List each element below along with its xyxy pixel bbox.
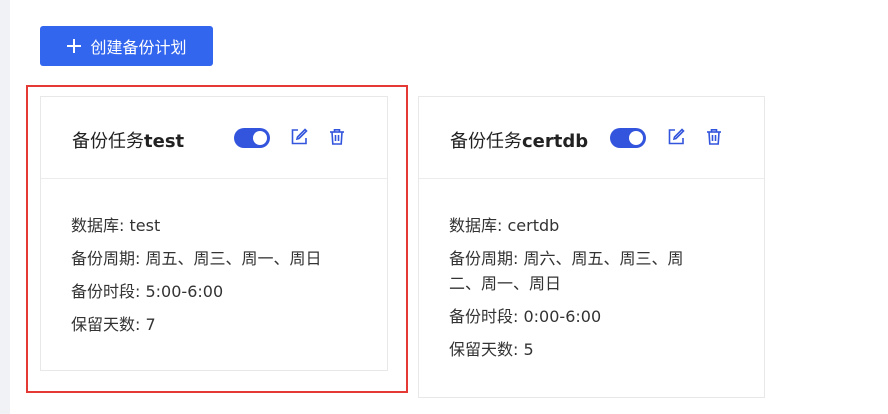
- trash-icon[interactable]: [704, 127, 724, 147]
- period-label: 备份周期:: [449, 249, 524, 268]
- create-backup-plan-label: 创建备份计划: [90, 38, 187, 57]
- window-label: 备份时段:: [449, 307, 524, 326]
- enable-toggle[interactable]: [610, 128, 646, 148]
- edit-icon[interactable]: [666, 127, 686, 147]
- toggle-knob: [629, 131, 643, 145]
- card-title-prefix: 备份任务: [450, 131, 522, 152]
- retention-row: 保留天数: 5: [449, 333, 684, 366]
- period-value-line1: 周六、周五、周三、周: [523, 249, 684, 268]
- window-row: 备份时段: 0:00-6:00: [449, 300, 684, 333]
- page-gutter: [0, 0, 10, 414]
- database-row: 数据库: certdb: [449, 209, 684, 242]
- create-backup-plan-button[interactable]: 创建备份计划: [40, 26, 213, 66]
- database-value: certdb: [507, 216, 560, 235]
- database-label: 数据库:: [449, 216, 508, 235]
- backup-task-card: 备份任务certdb 数据库: certdb 备份周期: 周六、周五、周三、周 …: [418, 96, 765, 398]
- selection-highlight: [26, 85, 408, 393]
- card-title-name: certdb: [522, 131, 589, 152]
- plus-icon: [66, 38, 82, 54]
- card-body: 数据库: certdb 备份周期: 周六、周五、周三、周 二、周一、周日 备份时…: [449, 209, 684, 366]
- card-header: 备份任务certdb: [419, 97, 764, 179]
- card-title: 备份任务certdb: [450, 127, 588, 153]
- period-row: 备份周期: 周六、周五、周三、周 二、周一、周日: [449, 246, 684, 296]
- retention-label: 保留天数:: [449, 340, 524, 359]
- retention-value: 5: [523, 340, 534, 359]
- window-value: 0:00-6:00: [523, 307, 602, 326]
- period-value-line2: 二、周一、周日: [449, 274, 562, 293]
